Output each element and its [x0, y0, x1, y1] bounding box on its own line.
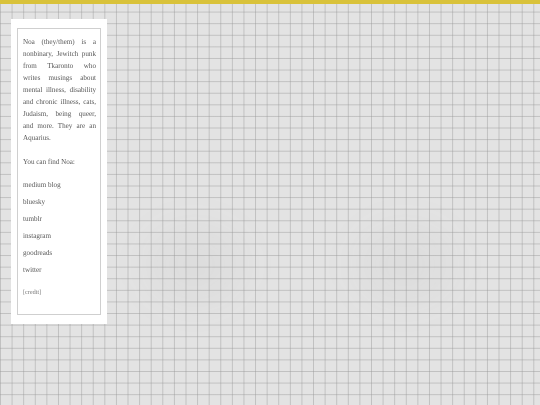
credit-link[interactable]: [credit]: [23, 287, 96, 299]
background-shading: [360, 230, 450, 300]
list-item: medium blog: [23, 179, 96, 196]
goodreads-link[interactable]: goodreads: [23, 249, 52, 257]
bluesky-link[interactable]: bluesky: [23, 198, 45, 206]
list-item: instagram: [23, 230, 96, 247]
social-links-list: medium blog bluesky tumblr instagram goo…: [23, 179, 96, 281]
list-item: bluesky: [23, 196, 96, 213]
bio-text: Noa (they/them) is a nonbinary, Jewitch …: [23, 38, 96, 142]
list-item: goodreads: [23, 247, 96, 264]
sidebar-panel: Noa (they/them) is a nonbinary, Jewitch …: [11, 19, 107, 324]
medium-blog-link[interactable]: medium blog: [23, 181, 61, 189]
sidebar-inner-frame: Noa (they/them) is a nonbinary, Jewitch …: [17, 28, 101, 315]
list-item: tumblr: [23, 213, 96, 230]
top-accent-bar: [0, 0, 540, 4]
instagram-link[interactable]: instagram: [23, 232, 51, 240]
list-item: twitter: [23, 264, 96, 281]
background-shading: [150, 230, 240, 300]
find-label: You can find Noa:: [23, 158, 75, 166]
twitter-link[interactable]: twitter: [23, 266, 42, 274]
tumblr-link[interactable]: tumblr: [23, 215, 42, 223]
